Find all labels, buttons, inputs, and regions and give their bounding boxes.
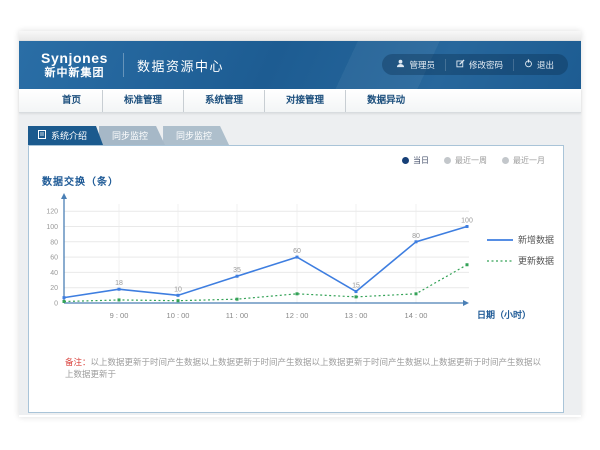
line-chart: 0 20 40 60 80 100 120 9 : 00 10 : 00 11 : 00 12 : … — [29, 190, 564, 328]
x-tick-label: 9 : 00 — [110, 311, 129, 320]
user-menu-change-password[interactable]: 修改密码 — [445, 59, 513, 71]
logo: Synjones 新中新集团 — [41, 51, 108, 78]
x-tick-label: 10 : 00 — [167, 311, 190, 320]
y-tick-label: 80 — [50, 239, 58, 246]
y-tick-label: 60 — [50, 255, 58, 262]
app-title: 数据资源中心 — [137, 56, 224, 75]
data-point-label: 18 — [115, 280, 123, 287]
radio-last-month-label: 最近一月 — [513, 155, 545, 166]
data-point-marker — [118, 288, 121, 291]
window-top-strip — [19, 31, 581, 41]
y-tick-label: 40 — [50, 270, 58, 277]
y-tick-label: 20 — [50, 285, 58, 292]
user-menu-admin-label: 管理员 — [409, 59, 435, 71]
nav-item-data-changes[interactable]: 数据异动 — [345, 90, 426, 112]
data-point-label: 80 — [412, 233, 420, 240]
data-point-marker — [236, 298, 239, 301]
y-tick-label: 100 — [46, 224, 58, 231]
edit-icon — [456, 59, 465, 70]
legend-label: 新增数据 — [518, 234, 554, 245]
y-tick-label: 120 — [46, 209, 58, 216]
x-tick-label: 14 : 00 — [405, 311, 428, 320]
data-point-marker — [466, 263, 469, 266]
radio-last-week-label: 最近一周 — [455, 155, 487, 166]
x-axis-arrow-icon — [463, 300, 469, 306]
content-area: 系统介绍 同步监控 同步监控 当日 最近一周 — [19, 113, 581, 415]
header-divider — [123, 53, 124, 77]
data-point-label: 60 — [293, 248, 301, 255]
data-point-marker — [355, 295, 358, 298]
data-point-label: 10 — [174, 286, 182, 293]
user-menu-admin[interactable]: 管理员 — [386, 59, 445, 71]
user-menu-change-password-label: 修改密码 — [469, 59, 503, 71]
radio-dot-icon — [502, 157, 509, 164]
data-point-marker — [355, 290, 358, 293]
y-tick-label: 0 — [54, 301, 58, 308]
app-header: Synjones 新中新集团 数据资源中心 管理员 修改密码 退出 — [19, 41, 581, 89]
x-tick-label: 11 : 00 — [226, 311, 248, 320]
tab-sync-monitor-1-label: 同步监控 — [112, 129, 148, 142]
nav-item-standard-mgmt[interactable]: 标准管理 — [102, 90, 183, 112]
document-icon — [38, 130, 46, 141]
tab-sync-monitor-2-label: 同步监控 — [176, 129, 212, 142]
nav-item-integration-mgmt[interactable]: 对接管理 — [264, 90, 345, 112]
tab-sync-monitor-2[interactable]: 同步监控 — [163, 126, 229, 145]
data-point-marker — [415, 292, 418, 295]
y-axis-label: 数据交换（条） — [42, 173, 119, 188]
chart-panel: 当日 最近一周 最近一月 数据交换（条） 0 20 40 60 80 100 120 9 : … — [28, 145, 564, 413]
x-tick-label: 13 : 00 — [345, 311, 368, 320]
x-tick-label: 12 : 00 — [286, 311, 309, 320]
data-point-marker — [296, 256, 299, 259]
user-menu-logout-label: 退出 — [537, 59, 554, 71]
radio-dot-icon — [402, 157, 409, 164]
data-point-marker — [466, 225, 469, 228]
brand-company: 新中新集团 — [41, 67, 108, 79]
data-point-marker — [118, 298, 121, 301]
radio-dot-icon — [444, 157, 451, 164]
user-menu-logout[interactable]: 退出 — [513, 59, 564, 71]
data-point-marker — [296, 292, 299, 295]
tab-bar: 系统介绍 同步监控 同步监控 — [28, 126, 229, 145]
footer-note-text: 以上数据更新于时间产生数据以上数据更新于时间产生数据以上数据更新于时间产生数据以… — [65, 357, 541, 379]
app-window: Synjones 新中新集团 数据资源中心 管理员 修改密码 退出 首页 标准管… — [19, 31, 581, 417]
data-point-label: 100 — [461, 218, 473, 225]
radio-today-label: 当日 — [413, 155, 429, 166]
series-line-0 — [64, 227, 467, 298]
data-point-marker — [63, 296, 66, 299]
data-point-marker — [177, 299, 180, 302]
footer-note: 备注：以上数据更新于时间产生数据以上数据更新于时间产生数据以上数据更新于时间产生… — [65, 357, 545, 381]
user-icon — [396, 59, 405, 70]
power-icon — [524, 59, 533, 70]
series-line-1 — [64, 265, 467, 302]
legend-label: 更新数据 — [518, 255, 554, 266]
radio-last-week[interactable]: 最近一周 — [444, 155, 487, 166]
data-point-label: 35 — [233, 267, 241, 274]
data-point-marker — [236, 275, 239, 278]
nav-item-system-mgmt[interactable]: 系统管理 — [183, 90, 264, 112]
data-point-marker — [63, 300, 66, 303]
y-axis-arrow-icon — [61, 193, 67, 199]
data-point-label: 15 — [352, 283, 360, 290]
data-point-marker — [177, 294, 180, 297]
x-axis-label: 日期（小时） — [477, 309, 531, 320]
tab-system-intro[interactable]: 系统介绍 — [28, 126, 103, 145]
time-range-filters: 当日 最近一周 最近一月 — [402, 155, 545, 166]
tab-system-intro-label: 系统介绍 — [51, 129, 87, 142]
user-menu: 管理员 修改密码 退出 — [382, 54, 568, 75]
data-point-marker — [415, 240, 418, 243]
brand-name: Synjones — [41, 51, 108, 66]
main-nav: 首页 标准管理 系统管理 对接管理 数据异动 — [19, 89, 581, 113]
radio-last-month[interactable]: 最近一月 — [502, 155, 545, 166]
nav-item-home[interactable]: 首页 — [41, 90, 102, 112]
radio-today[interactable]: 当日 — [402, 155, 429, 166]
tab-sync-monitor-1[interactable]: 同步监控 — [99, 126, 165, 145]
footer-note-label: 备注： — [65, 357, 91, 367]
